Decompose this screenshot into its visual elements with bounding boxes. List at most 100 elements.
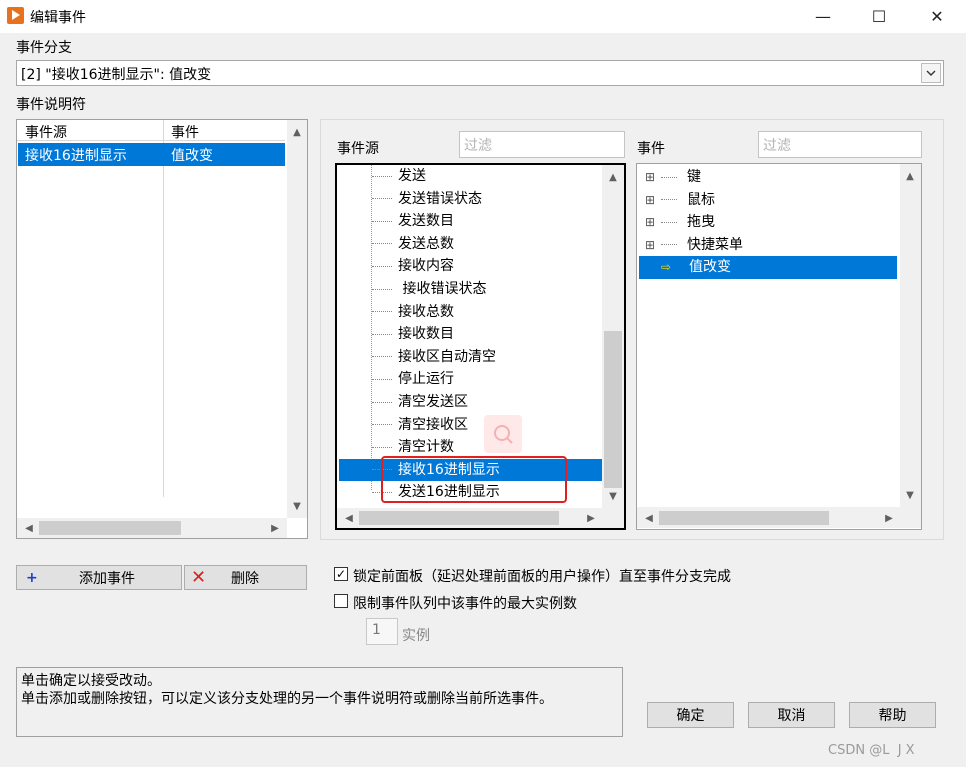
tree-connector [661,221,677,223]
tree-connector [661,199,677,201]
app-icon [7,7,24,24]
source-item[interactable]: 接收数目 [339,323,602,346]
tree-connector [372,311,392,313]
dropdown-button[interactable] [921,63,941,83]
expand-icon[interactable]: ⊞ [645,211,661,233]
descriptor-row-source: 接收16进制显示 [25,148,127,164]
event-branch-label: 事件分支 [16,40,72,56]
window-title: 编辑事件 [30,10,86,26]
delete-button[interactable]: ✕ 删除 [184,565,307,590]
tree-connector [372,378,392,380]
watermark: CSDN @L J X [828,743,915,758]
scroll-down-icon[interactable]: ▼ [902,487,918,503]
instances-input[interactable]: 1 [366,618,398,645]
event-item[interactable]: ⊞ 拖曳 [639,211,897,234]
source-item[interactable]: 接收内容 [339,255,602,278]
sources-filter-input[interactable]: 过滤 [459,131,625,158]
event-item-label: 快捷菜单 [687,236,743,253]
source-item[interactable]: 接收区自动清空 [339,346,602,369]
source-item-label: 清空接收区 [398,416,468,433]
source-item[interactable]: 清空接收区 [339,414,602,437]
source-item-label: 发送错误状态 [398,190,482,207]
tree-connector [677,267,679,268]
source-item[interactable]: 接收总数 [339,301,602,324]
scroll-up-icon[interactable]: ▲ [605,169,621,185]
column-header-source[interactable]: 事件源 [25,122,67,142]
source-item-label: 接收数目 [398,326,454,343]
scroll-right-icon[interactable]: ▶ [267,520,283,536]
expand-icon[interactable]: ⊞ [645,189,661,211]
arrow-right-icon: ⇨ [661,260,672,275]
event-item[interactable]: ⊞ 键 [639,166,897,189]
source-item[interactable]: 发送错误状态 [339,188,602,211]
scroll-thumb[interactable] [659,511,829,525]
column-header-event[interactable]: 事件 [171,122,199,142]
descriptor-row[interactable]: 接收16进制显示 值改变 [18,143,285,166]
source-item[interactable]: 发送总数 [339,233,602,256]
expand-icon[interactable]: ⊞ [645,166,661,188]
event-branch-value: [2] "接收16进制显示": 值改变 [21,67,212,83]
cancel-button[interactable]: 取消 [748,702,835,728]
source-item[interactable]: 停止运行 [339,368,602,391]
scroll-right-icon[interactable]: ▶ [881,510,897,526]
tree-connector [372,333,392,335]
source-item[interactable]: 发送数目 [339,210,602,233]
descriptor-row-event: 值改变 [171,148,213,164]
descriptor-vscrollbar[interactable]: ▲ ▼ [287,120,307,518]
event-item-label: 键 [687,169,701,185]
source-item-label: 发送 [398,168,426,184]
source-item-label: 发送总数 [398,235,454,252]
scroll-left-icon[interactable]: ◀ [21,520,37,536]
source-item[interactable]: 发送 [339,165,602,188]
tree-connector [372,356,392,358]
event-item-label: 鼠标 [687,191,715,208]
limit-queue-checkbox[interactable] [334,594,348,608]
tree-connector [372,446,392,448]
close-button[interactable]: ✕ [914,0,960,33]
scroll-up-icon[interactable]: ▲ [289,124,305,140]
scroll-down-icon[interactable]: ▼ [605,488,621,504]
scroll-up-icon[interactable]: ▲ [902,168,918,184]
source-item[interactable]: 清空发送区 [339,391,602,414]
instances-label: 实例 [402,628,430,644]
descriptor-list[interactable]: 事件源 事件 接收16进制显示 值改变 ▲ ▼ ◀ ▶ [16,119,308,539]
plus-icon: + [26,569,38,586]
events-filter-input[interactable]: 过滤 [758,131,922,158]
scroll-down-icon[interactable]: ▼ [289,498,305,514]
highlight-box [381,456,567,503]
scroll-right-icon[interactable]: ▶ [583,510,599,526]
scroll-thumb[interactable] [359,511,559,525]
sources-vscrollbar[interactable]: ▲ ▼ [602,165,624,508]
tree-connector [372,401,392,403]
sources-label: 事件源 [337,141,379,157]
events-tree[interactable]: ⊞ 键 ⊞ 鼠标 ⊞ 拖曳 ⊞ 快捷菜单 ⇨ 值改变 ▲ ▼ ◀ ▶ [636,163,922,530]
sources-hscrollbar[interactable]: ◀ ▶ [337,508,624,528]
maximize-button[interactable]: ☐ [856,0,902,33]
descriptor-hscrollbar[interactable]: ◀ ▶ [17,518,287,538]
scroll-left-icon[interactable]: ◀ [641,510,657,526]
tree-connector [661,244,677,246]
scroll-thumb[interactable] [39,521,181,535]
ok-button[interactable]: 确定 [647,702,734,728]
event-item[interactable]: ⊞ 鼠标 [639,189,897,212]
lock-panel-checkbox[interactable]: ✓ [334,567,348,581]
add-event-button[interactable]: + 添加事件 [16,565,182,590]
events-hscrollbar[interactable]: ◀ ▶ [637,507,921,528]
source-item[interactable]: 接收错误状态 [339,278,602,301]
help-button[interactable]: 帮助 [849,702,936,728]
source-item-label: 接收内容 [398,258,454,275]
help-text-line-1: 单击确定以接受改动。 [21,673,161,689]
descriptor-header: 事件源 事件 [17,120,285,141]
event-item-label: 拖曳 [687,214,715,231]
events-label: 事件 [637,141,665,157]
minimize-button[interactable]: — [800,0,846,33]
events-vscrollbar[interactable]: ▲ ▼ [900,164,921,507]
scroll-thumb[interactable] [604,331,622,488]
event-item[interactable]: ⊞ 快捷菜单 [639,234,897,257]
scroll-left-icon[interactable]: ◀ [341,510,357,526]
source-item-label: 接收区自动清空 [398,348,496,365]
expand-icon[interactable]: ⊞ [645,234,661,256]
event-item[interactable]: ⇨ 值改变 [639,256,897,279]
delete-x-icon: ✕ [191,567,207,588]
event-branch-select[interactable]: [2] "接收16进制显示": 值改变 [16,60,944,86]
